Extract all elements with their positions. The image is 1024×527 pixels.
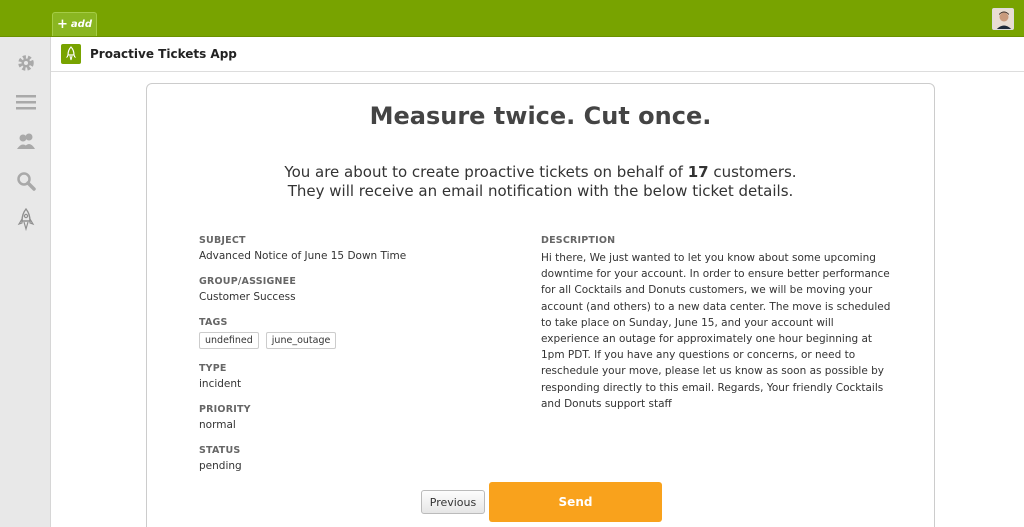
- type-field: TYPE incident: [199, 363, 479, 390]
- tags-field: TAGS undefined june_outage: [199, 317, 479, 349]
- tag: undefined: [199, 332, 259, 349]
- sidebar: [0, 37, 51, 527]
- intro-line-2: They will receive an email notification …: [287, 182, 794, 200]
- subject-value: Advanced Notice of June 15 Down Time: [199, 250, 407, 262]
- subject-field: SUBJECT Advanced Notice of June 15 Down …: [199, 235, 479, 262]
- main-content: Measure twice. Cut once. You are about t…: [51, 72, 1024, 527]
- status-field: STATUS pending: [199, 445, 479, 472]
- status-value: pending: [199, 460, 242, 472]
- list-icon[interactable]: [13, 89, 39, 115]
- intro-line-1: You are about to create proactive ticket…: [284, 163, 797, 181]
- rocket-icon[interactable]: [13, 207, 39, 233]
- type-value: incident: [199, 378, 242, 390]
- page-title: Measure twice. Cut once.: [369, 102, 712, 130]
- priority-value: normal: [199, 419, 236, 431]
- users-icon[interactable]: [13, 128, 39, 154]
- description-value: Hi there, We just wanted to let you know…: [541, 252, 891, 410]
- user-avatar[interactable]: [992, 8, 1014, 30]
- ticket-fields: SUBJECT Advanced Notice of June 15 Down …: [199, 235, 479, 486]
- app-header: Proactive Tickets App: [51, 37, 1024, 72]
- description-field: DESCRIPTION Hi there, We just wanted to …: [541, 235, 891, 412]
- top-bar: + add: [0, 0, 1024, 37]
- app-title: Proactive Tickets App: [90, 47, 237, 61]
- plus-icon: +: [57, 17, 68, 32]
- previous-button[interactable]: Previous: [421, 490, 485, 514]
- send-button[interactable]: Send: [489, 482, 662, 522]
- group-field: GROUP/ASSIGNEE Customer Success: [199, 276, 479, 303]
- group-value: Customer Success: [199, 291, 296, 303]
- add-label: add: [70, 19, 92, 30]
- rocket-icon: [61, 44, 81, 64]
- priority-field: PRIORITY normal: [199, 404, 479, 431]
- intro-text: You are about to create proactive ticket…: [147, 163, 934, 201]
- search-icon[interactable]: [13, 168, 39, 194]
- tag: june_outage: [265, 332, 337, 349]
- gear-icon[interactable]: [13, 50, 39, 76]
- add-button[interactable]: + add: [52, 12, 97, 36]
- customer-count: 17: [687, 163, 709, 181]
- confirmation-card: Measure twice. Cut once. You are about t…: [146, 83, 935, 527]
